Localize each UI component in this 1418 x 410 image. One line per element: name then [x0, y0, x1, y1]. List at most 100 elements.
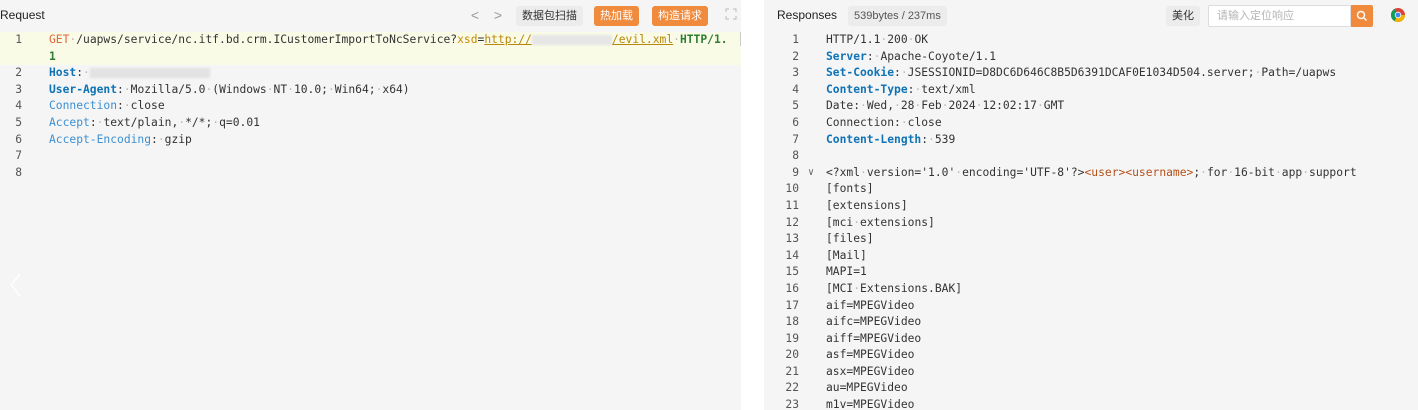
code-token: [mci	[826, 215, 854, 229]
next-arrow-icon[interactable]: >	[489, 6, 507, 24]
code-line[interactable]: 10 [fonts]	[764, 181, 1418, 198]
code-line[interactable]: 21 asx=MPEGVideo	[764, 364, 1418, 381]
code-line[interactable]: 8	[764, 148, 1418, 165]
request-toolbar: Request < > 数据包扫描 热加载 构造请求	[0, 0, 741, 32]
line-content: Server:·Apache-Coyote/1.1	[826, 49, 996, 66]
beautify-button[interactable]: 美化	[1166, 6, 1200, 26]
code-token: close	[907, 115, 942, 129]
code-line[interactable]: 8	[0, 165, 741, 182]
code-line[interactable]: 22 au=MPEGVideo	[764, 380, 1418, 397]
chevron-left-icon[interactable]	[8, 272, 22, 298]
line-number: 10	[785, 182, 799, 196]
code-line[interactable]: 7 Content-Length:·539	[764, 132, 1418, 149]
code-line[interactable]: 16 [MCI·Extensions.BAK]	[764, 281, 1418, 298]
code-line[interactable]: 5 Date:·Wed,·28·Feb·2024·12:02:17·GMT	[764, 98, 1418, 115]
code-line[interactable]: 9 ∨ <?xml·version='1.0'·encoding='UTF-8'?>…	[764, 165, 1418, 182]
code-token: 28	[900, 99, 915, 113]
code-line[interactable]: 3 Set-Cookie:·JSESSIONID=D8DC6D646C8B5D63…	[764, 65, 1418, 82]
line-content: HTTP/1.1·200·OK	[826, 32, 928, 49]
code-token: Content-Length	[826, 132, 922, 146]
line-number: 2	[792, 49, 799, 63]
code-line[interactable]: 13 [files]	[764, 231, 1418, 248]
code-token: [extensions]	[826, 198, 908, 212]
code-line[interactable]: 4 Content-Type:·text/xml	[764, 82, 1418, 99]
code-line[interactable]: 7	[0, 148, 741, 165]
code-token: <user>	[1084, 165, 1126, 179]
line-number: 14	[785, 248, 799, 262]
code-line[interactable]: 11 [extensions]	[764, 198, 1418, 215]
code-token: ·	[860, 165, 867, 179]
code-token: xsd	[457, 33, 478, 46]
line-content: aifc=MPEGVideo	[826, 314, 921, 331]
code-line[interactable]: 14 [Mail]	[764, 248, 1418, 265]
code-token: Wed,	[866, 99, 895, 113]
fold-chevron-icon[interactable]: ∨	[808, 165, 814, 182]
code-token: ·	[673, 33, 680, 46]
line-number: 5	[15, 115, 22, 129]
expand-icon[interactable]	[725, 8, 737, 20]
code-token: q=0.01	[219, 115, 260, 129]
build-request-button[interactable]: 构造请求	[652, 6, 708, 26]
code-line[interactable]: 5 Accept:·text/plain,·*/*;·q=0.01	[0, 115, 741, 132]
line-number: 12	[785, 215, 799, 229]
code-line[interactable]: 3 User-Agent:·Mozilla/5.0·(Windows·NT·10.…	[0, 82, 741, 99]
code-token: text/xml	[921, 82, 976, 96]
code-token: au=MPEGVideo	[826, 381, 908, 395]
line-content: Connection:·close	[826, 115, 942, 132]
code-line[interactable]: 17 aif=MPEGVideo	[764, 298, 1418, 315]
code-line[interactable]: 1 GET · /uapws/service/nc.itf.bd.crm.ICusto…	[0, 32, 741, 49]
code-line[interactable]: 1 HTTP/1.1·200·OK	[764, 32, 1418, 49]
line-content: Content-Type:·text/xml	[826, 82, 976, 99]
hot-load-button[interactable]: 热加载	[594, 6, 639, 26]
response-title: Responses	[777, 8, 838, 22]
code-token: asf=MPEGVideo	[826, 348, 915, 362]
request-editor[interactable]: 1 GET · /uapws/service/nc.itf.bd.crm.ICusto…	[0, 32, 741, 181]
line-content: Content-Length:·539	[826, 132, 955, 149]
code-line[interactable]: 19 aiff=MPEGVideo	[764, 331, 1418, 348]
chrome-icon[interactable]	[1390, 7, 1406, 23]
code-line[interactable]: 20 asf=MPEGVideo	[764, 347, 1418, 364]
code-token: Host	[49, 66, 77, 80]
code-token: gzip	[164, 132, 192, 146]
editor-scrollbar[interactable]	[740, 32, 741, 46]
line-number: 8	[792, 149, 799, 163]
line-number: 11	[785, 198, 799, 212]
code-token: close	[130, 99, 165, 113]
search-button[interactable]	[1351, 5, 1373, 27]
prev-arrow-icon[interactable]: <	[466, 6, 484, 24]
code-token: 12:02:17	[982, 99, 1037, 113]
code-line[interactable]: 12 [mci·extensions]	[764, 215, 1418, 232]
response-editor[interactable]: 1 HTTP/1.1·200·OK 2 Server:·Apache-Coyote/1…	[764, 32, 1418, 410]
redacted-block	[531, 35, 612, 45]
code-token: Content-Type	[826, 82, 908, 96]
code-line[interactable]: 1	[0, 48, 741, 66]
line-number: 22	[785, 381, 799, 395]
response-search-input[interactable]	[1208, 5, 1351, 27]
code-line[interactable]: 23 m1v=MPEGVideo	[764, 397, 1418, 410]
line-content: aif=MPEGVideo	[826, 298, 914, 315]
code-token: /uapws/service/nc.itf.bd.crm.ICustomerIm…	[76, 33, 458, 46]
code-line[interactable]: 15 MAPI=1	[764, 264, 1418, 281]
code-token: Accept	[49, 115, 90, 129]
code-token: :	[894, 66, 901, 80]
search-icon	[1356, 10, 1367, 21]
code-token: :	[921, 132, 929, 146]
code-token: ·	[894, 99, 901, 113]
request-pane: Request < > 数据包扫描 热加载 构造请求 1 GET · /uapws/s…	[0, 0, 741, 410]
code-line[interactable]: 6 Accept-Encoding:·gzip	[0, 132, 741, 149]
code-line[interactable]: 2 Server:·Apache-Coyote/1.1	[764, 49, 1418, 66]
line-number: 18	[785, 315, 799, 329]
line-number: 17	[785, 298, 799, 312]
code-line[interactable]: 2 Host:·	[0, 65, 741, 82]
code-token: NT	[273, 82, 288, 96]
code-token: HTTP/1.1	[826, 33, 881, 46]
line-number: 23	[785, 398, 799, 410]
code-line[interactable]: 6 Connection:·close	[764, 115, 1418, 132]
code-line[interactable]: 18 aifc=MPEGVideo	[764, 314, 1418, 331]
packet-scan-button[interactable]: 数据包扫描	[516, 6, 583, 26]
code-line[interactable]: 4 Connection:·close	[0, 98, 741, 115]
code-token: ·	[853, 215, 861, 229]
code-token: app	[1281, 165, 1303, 179]
code-token: 16-bit	[1234, 165, 1275, 179]
pane-divider[interactable]	[741, 0, 764, 410]
